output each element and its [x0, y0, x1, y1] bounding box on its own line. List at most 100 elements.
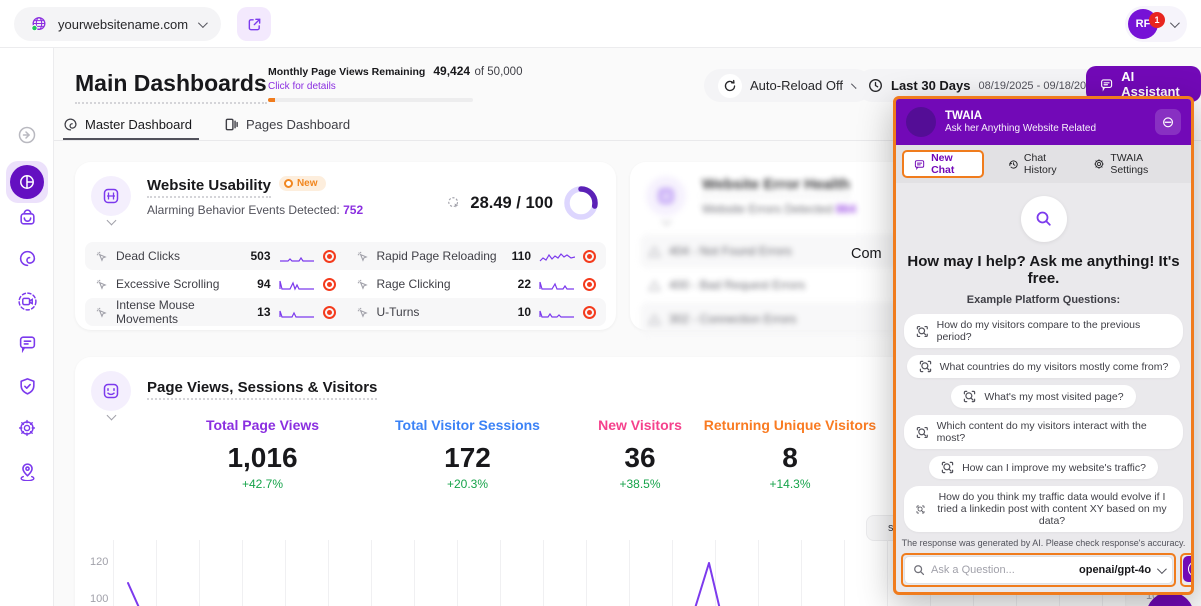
metric-row: Intense Mouse Movements 13 U-Turns 10: [85, 298, 606, 326]
stat-value: 36: [565, 442, 715, 474]
page-title: Main Dashboards: [75, 70, 267, 104]
chat-icon: [1100, 77, 1113, 92]
metric-intense-mouse-movements[interactable]: Intense Mouse Movements 13: [85, 298, 346, 326]
sidebar-item-settings[interactable]: [16, 417, 38, 439]
question-chip[interactable]: What's my most visited page?: [951, 385, 1135, 408]
metric-rapid-page-reloading[interactable]: Rapid Page Reloading 110: [346, 242, 607, 270]
question-chip[interactable]: What countries do my visitors mostly com…: [907, 355, 1181, 378]
stat-value: 1,016: [175, 442, 350, 474]
stat-returning-unique-visitors: Returning Unique Visitors 8 +14.3%: [700, 417, 880, 491]
sidebar-item-locations[interactable]: [16, 460, 38, 482]
tab-master-dashboard[interactable]: Master Dashboard: [63, 117, 192, 132]
twaia-chat-panel: TWAIA Ask her Anything Website Related ⊖…: [893, 96, 1194, 595]
sidebar-item-feedback[interactable]: [16, 332, 38, 354]
auto-reload-dropdown[interactable]: Auto-Reload Off: [704, 69, 872, 102]
sidebar-item-ecommerce[interactable]: [16, 206, 38, 228]
quota-details-link[interactable]: Click for details: [268, 81, 480, 92]
tab-settings-label: TWAIA Settings: [1110, 152, 1173, 176]
record-button[interactable]: [583, 250, 596, 263]
question-chip[interactable]: Which content do my visitors interact wi…: [904, 415, 1183, 449]
sidebar-item-dashboards[interactable]: [6, 161, 48, 203]
question-text: Which content do my visitors interact wi…: [937, 420, 1171, 444]
cursor-click-icon: [95, 306, 108, 319]
chevron-down-icon: [106, 216, 116, 226]
metric-label: Rapid Page Reloading: [377, 249, 504, 263]
error-health-subtitle: Website Errors Detected: [702, 202, 833, 216]
chat-heading: How may I help? Ask me anything! It's fr…: [896, 253, 1191, 287]
dashboard-icon: [18, 173, 36, 191]
tab-chat-history[interactable]: Chat History: [1000, 152, 1082, 176]
usability-metrics: Dead Clicks 503 Rapid Page Reloading 110…: [85, 242, 606, 326]
record-button[interactable]: [583, 306, 596, 319]
minimize-button[interactable]: ⊖: [1155, 109, 1181, 135]
record-button[interactable]: [323, 278, 336, 291]
metric-excessive-scrolling[interactable]: Excessive Scrolling 94: [85, 270, 346, 298]
chat-body: How may I help? Ask me anything! It's fr…: [896, 183, 1191, 592]
record-button[interactable]: [323, 306, 336, 319]
question-text: How do my visitors compare to the previo…: [937, 319, 1171, 343]
question-chip[interactable]: How do my visitors compare to the previo…: [904, 314, 1183, 348]
usability-score: 28.49 / 100: [470, 194, 553, 213]
model-selector[interactable]: openai/gpt-4o: [1079, 564, 1164, 576]
pageviews-icon: [102, 382, 120, 400]
user-menu[interactable]: RF 1: [1125, 6, 1187, 42]
metric-label: Intense Mouse Movements: [116, 298, 249, 326]
scan-search-icon: [941, 461, 954, 474]
sparkline: [279, 250, 315, 263]
sidebar-item-recordings[interactable]: [16, 290, 38, 312]
metric-rage-clicking[interactable]: Rage Clicking 22: [346, 270, 607, 298]
website-usability-card: Website UsabilityNew Alarming Behavior E…: [75, 162, 616, 330]
cursor-click-icon: [356, 278, 369, 291]
question-text: How can I improve my website's traffic?: [962, 462, 1146, 474]
chevron-down-icon: [661, 216, 671, 226]
warning-triangle-icon: [648, 245, 661, 258]
sparkline: [279, 306, 315, 319]
question-input[interactable]: [931, 564, 1073, 576]
scan-search-icon: [916, 503, 925, 516]
gear-icon: [17, 418, 37, 438]
chevron-down-icon: [1170, 18, 1180, 28]
open-website-button[interactable]: [237, 7, 271, 41]
chat-tabs: New Chat Chat History TWAIA Settings: [896, 145, 1191, 183]
cursor-click-icon: [95, 278, 108, 291]
tab-new-chat-label: New Chat: [931, 152, 972, 176]
usability-title: Website Usability: [147, 177, 271, 198]
stat-label: Total Visitor Sessions: [375, 417, 560, 433]
twaia-avatar: [906, 107, 936, 137]
pages-icon: [224, 117, 239, 132]
question-chip[interactable]: How can I improve my website's traffic?: [929, 456, 1158, 479]
record-button[interactable]: [323, 250, 336, 263]
tooltip-partial-text: Com: [851, 246, 882, 262]
new-badge: New: [279, 176, 326, 191]
collapse-arrow-icon: [17, 125, 37, 145]
question-text: How do you think my traffic data would e…: [933, 491, 1171, 527]
sidebar-item-privacy[interactable]: [16, 375, 38, 397]
ai-assistant-label: AI Assistant: [1121, 69, 1187, 99]
stat-label: New Visitors: [565, 417, 715, 433]
tab-pages-dashboard[interactable]: Pages Dashboard: [224, 117, 350, 132]
send-button[interactable]: ↑: [1183, 556, 1194, 582]
metric-u-turns[interactable]: U-Turns 10: [346, 298, 607, 326]
question-input-wrap: openai/gpt-4o: [904, 556, 1173, 584]
scan-search-icon: [916, 325, 929, 338]
stat-delta: +20.3%: [375, 477, 560, 491]
cursor-gauge-icon: [447, 196, 461, 210]
record-button[interactable]: [583, 278, 596, 291]
examples-label: Example Platform Questions:: [967, 294, 1120, 306]
tab-new-chat[interactable]: New Chat: [902, 150, 984, 178]
website-name: yourwebsitename.com: [58, 17, 188, 32]
ai-disclaimer: The response was generated by AI. Please…: [896, 538, 1191, 548]
tab-twaia-settings[interactable]: TWAIA Settings: [1085, 152, 1181, 176]
metric-dead-clicks[interactable]: Dead Clicks 503: [85, 242, 346, 270]
shopping-bag-icon: [18, 208, 37, 227]
tab-pages-label: Pages Dashboard: [246, 117, 350, 132]
usability-icon-toggle[interactable]: [91, 176, 131, 224]
sidebar-item-behavior[interactable]: [16, 247, 38, 269]
website-selector[interactable]: yourwebsitename.com: [14, 7, 221, 41]
pageviews-title: Page Views, Sessions & Visitors: [147, 379, 377, 400]
question-chip[interactable]: How do you think my traffic data would e…: [904, 486, 1183, 532]
error-icon-toggle[interactable]: [646, 176, 686, 224]
auto-reload-label: Auto-Reload Off: [750, 78, 843, 93]
pageviews-icon-toggle[interactable]: [91, 371, 131, 419]
sidebar-collapse-button[interactable]: [16, 124, 38, 146]
